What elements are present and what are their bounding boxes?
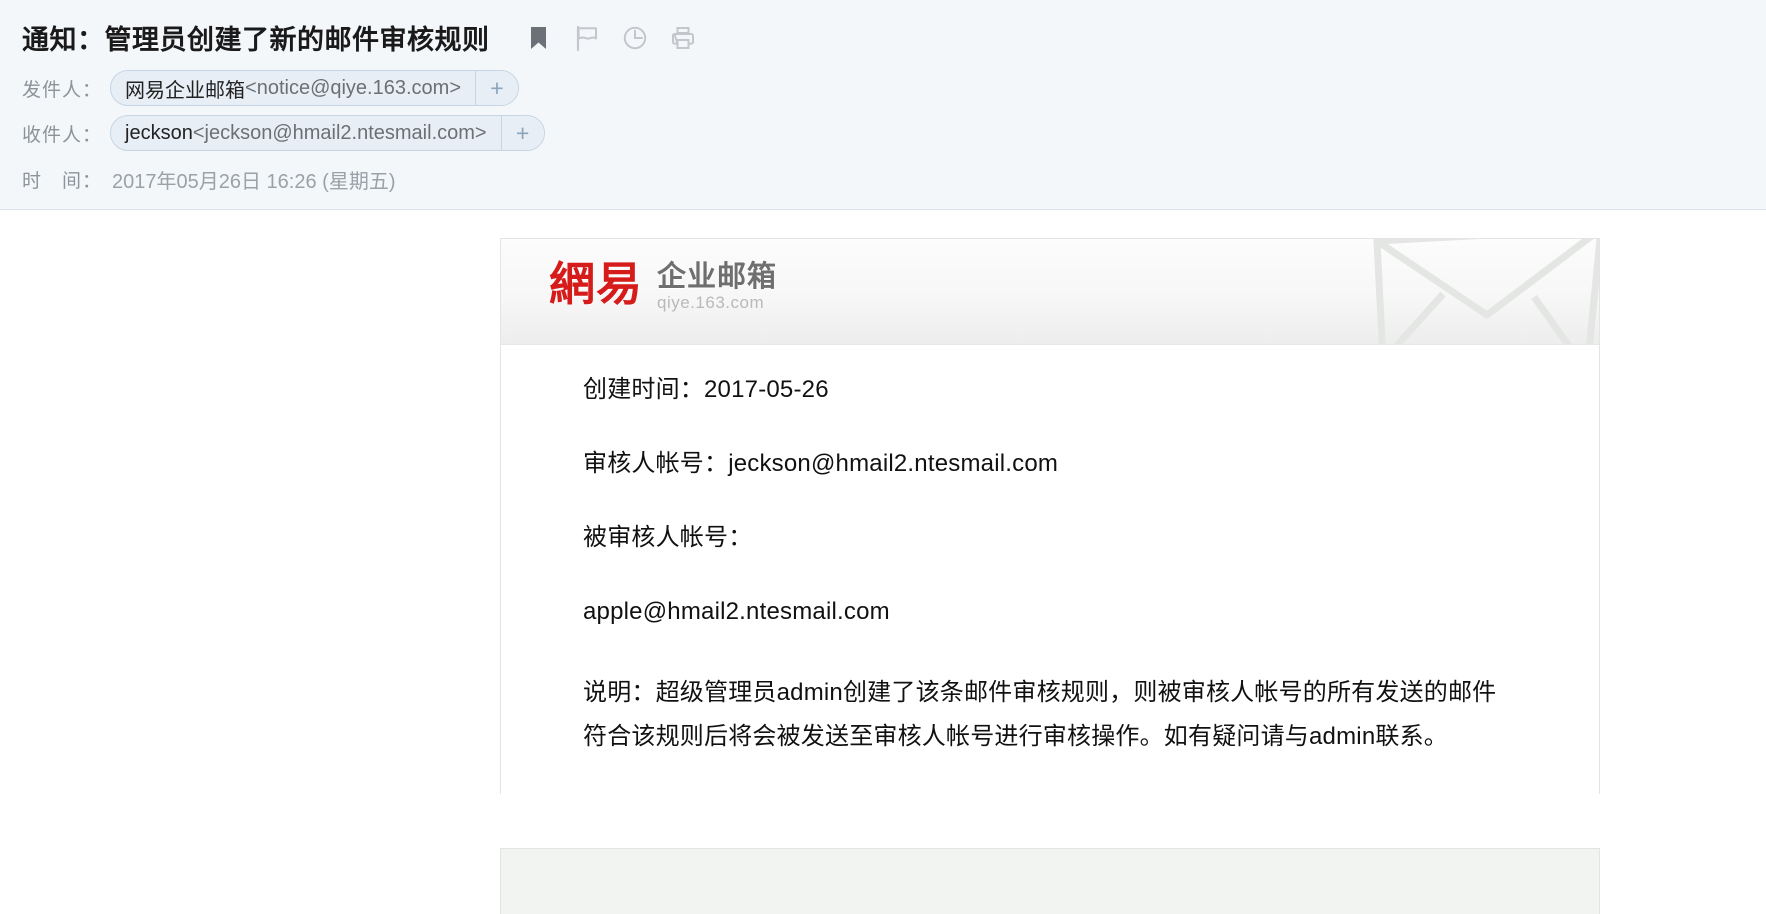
from-add-contact-button[interactable]: +: [475, 71, 519, 105]
product-domain: qiye.163.com: [657, 293, 765, 313]
logo-text-block: 企业邮箱 qiye.163.com: [657, 261, 777, 313]
clock-icon[interactable]: [622, 24, 648, 52]
time-value: 2017年05月26日 16:26 (星期五): [112, 171, 396, 193]
time-row: 时 间： 2017年05月26日 16:26 (星期五): [0, 165, 1766, 194]
description-paragraph: 说明：超级管理员admin创建了该条邮件审核规则，则被审核人帐号的所有发送的邮件…: [583, 679, 1497, 751]
to-display-name: jeckson: [125, 121, 193, 144]
from-address-chip[interactable]: 网易企业邮箱 <notice@qiye.163.com> +: [110, 70, 520, 106]
time-label: 时 间：: [22, 171, 103, 192]
to-email-address: <jeckson@hmail2.ntesmail.com>: [192, 121, 487, 144]
to-address-chip[interactable]: jeckson <jeckson@hmail2.ntesmail.com> +: [110, 115, 545, 151]
card-banner: 網易 企业邮箱 qiye.163.com: [501, 239, 1599, 345]
mail-body: 網易 企业邮箱 qiye.163.com 创建时间：2017-05-26 审核人…: [0, 210, 1766, 914]
to-chip-text: jeckson <jeckson@hmail2.ntesmail.com>: [111, 116, 501, 150]
flag-icon[interactable]: [574, 24, 600, 52]
from-chip-text: 网易企业邮箱 <notice@qiye.163.com>: [111, 71, 475, 105]
qiye-logo: 網易 企业邮箱 qiye.163.com: [549, 261, 777, 313]
bookmark-icon[interactable]: [526, 24, 552, 52]
reviewed-account-value-line: apple@hmail2.ntesmail.com: [583, 598, 890, 625]
from-label: 发件人：: [22, 79, 103, 101]
to-row: 收件人： jeckson <jeckson@hmail2.ntesmail.com…: [0, 115, 1766, 151]
from-row: 发件人： 网易企业邮箱 <notice@qiye.163.com> +: [0, 70, 1766, 106]
product-name: 企业邮箱: [657, 261, 778, 293]
envelope-watermark-icon: [1369, 239, 1599, 344]
to-label: 收件人：: [22, 124, 103, 146]
brand-logo-text: 網易: [549, 257, 643, 311]
reviewed-account-label-line: 被审核人帐号：: [583, 524, 753, 551]
mail-header: 通知：管理员创建了新的邮件审核规则 发件人： 网易企业邮箱 <notice@qi…: [0, 0, 1766, 210]
notification-card: 網易 企业邮箱 qiye.163.com 创建时间：2017-05-26 审核人…: [500, 238, 1600, 794]
subject-row: 通知：管理员创建了新的邮件审核规则: [0, 10, 1766, 61]
reviewer-account-line: 审核人帐号：jeckson@hmail2.ntesmail.com: [583, 450, 1059, 477]
page-title: 通知：管理员创建了新的邮件审核规则: [22, 25, 490, 55]
card-content: 创建时间：2017-05-26 审核人帐号：jeckson@hmail2.nte…: [501, 345, 1599, 794]
from-display-name: 网易企业邮箱: [125, 79, 246, 102]
to-add-contact-button[interactable]: +: [500, 116, 544, 150]
subject-icon-group: [526, 24, 696, 52]
create-time-line: 创建时间：2017-05-26: [583, 376, 829, 403]
printer-icon[interactable]: [670, 24, 696, 52]
from-email-address: <notice@qiye.163.com>: [245, 76, 462, 99]
card-footer: [500, 848, 1600, 914]
